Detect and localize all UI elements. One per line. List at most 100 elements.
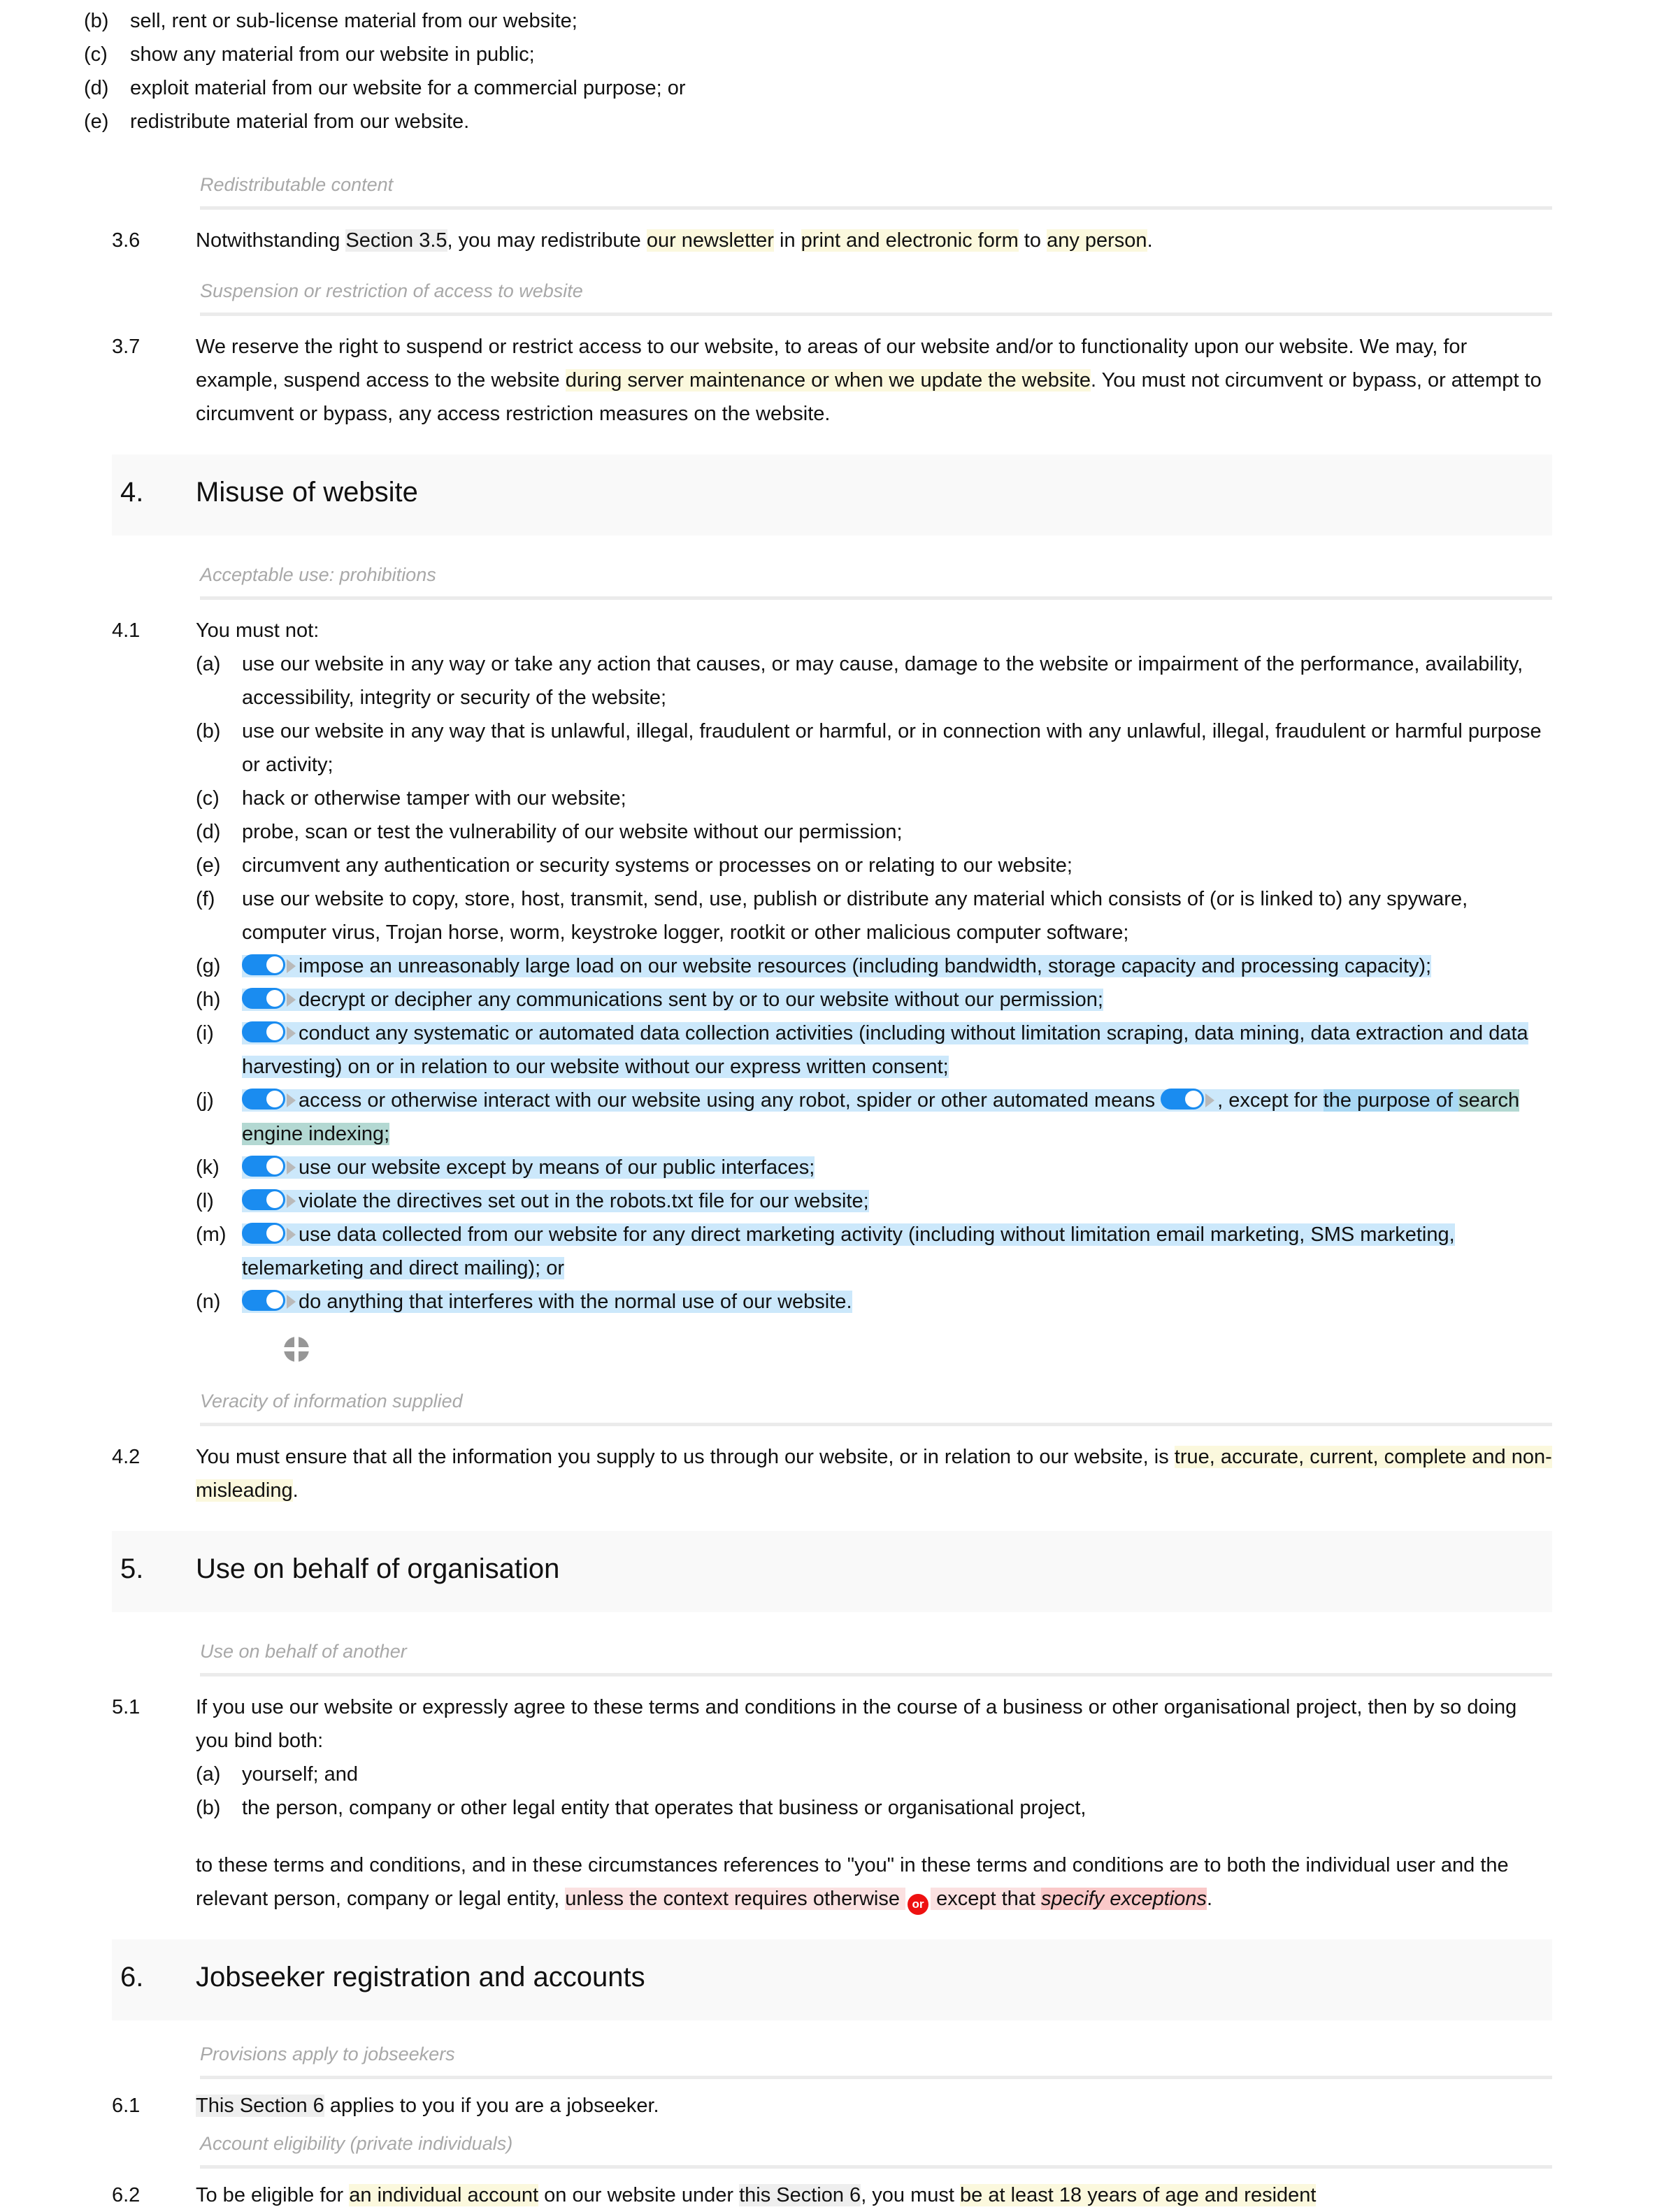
list-item-text: circumvent any authentication or securit… <box>242 854 1073 877</box>
list-item: (b) use our website in any way that is u… <box>196 714 1552 782</box>
list-item-text: impose an unreasonably large load on our… <box>242 949 1552 983</box>
clause-body: You must not: (a) use our website in any… <box>196 614 1552 1372</box>
editable-variable[interactable]: our newsletter <box>646 229 774 252</box>
crosshair-circle-icon[interactable] <box>281 1334 312 1365</box>
list-item-label: (c) <box>84 43 108 66</box>
clause-text: You must ensure that all the information… <box>196 1440 1552 1507</box>
clause-body: If you use our website or expressly agre… <box>196 1690 1552 1916</box>
toggle-on-icon[interactable] <box>242 954 285 975</box>
toggle-arrow-icon <box>1205 1093 1215 1107</box>
clause-4-1: 4.1 You must not: (a) use our website in… <box>0 614 1664 1372</box>
editable-variable[interactable]: specify exceptions <box>1041 1888 1207 1910</box>
guidance-label: Redistributable content <box>200 174 394 195</box>
list-item-label-text: do anything that interferes with the nor… <box>299 1291 852 1313</box>
clause-tail-text: to these terms and conditions, and in th… <box>196 1848 1552 1916</box>
editable-variable[interactable]: during server maintenance or when we upd… <box>565 369 1091 392</box>
optional-variant[interactable]: unless the context requires otherwise <box>565 1888 906 1910</box>
list-item-text: use our website except by means of our p… <box>242 1151 1552 1184</box>
list-item-text: show any material from our website in pu… <box>130 43 535 66</box>
section-number: 5. <box>120 1553 144 1584</box>
list-item: (b) sell, rent or sub-license material f… <box>84 4 1552 38</box>
list-item-text: exploit material from our website for a … <box>130 77 686 99</box>
list-item-label: (b) <box>196 1797 221 1819</box>
list-item: (f) use our website to copy, store, host… <box>196 882 1552 949</box>
toggle-knob <box>266 1225 283 1242</box>
guidance-use-on-behalf: Use on behalf of another <box>0 1636 1664 1676</box>
text-fragment: access or otherwise interact with our we… <box>299 1089 1161 1112</box>
list-item: (b) the person, company or other legal e… <box>196 1791 1552 1825</box>
text-fragment: , except for <box>1217 1089 1324 1112</box>
toggle-on-icon[interactable] <box>242 1223 285 1244</box>
text-fragment: . <box>1206 1888 1213 1910</box>
section-title: Use on behalf of organisation <box>196 1553 560 1584</box>
list-item: (c) hack or otherwise tamper with our we… <box>196 782 1552 815</box>
clause-number: 6.1 <box>112 2095 141 2117</box>
editable-variable[interactable]: be at least 18 years of age and resident <box>960 2184 1317 2206</box>
toggle-on-icon[interactable] <box>242 1156 285 1177</box>
guidance-label: Acceptable use: prohibitions <box>200 564 436 585</box>
list-item-label: (d) <box>84 77 109 99</box>
editable-variable[interactable]: print and electronic form <box>801 229 1019 252</box>
toggle-arrow-icon <box>287 1161 296 1175</box>
toggle-knob <box>266 1191 283 1208</box>
list-item-text: access or otherwise interact with our we… <box>242 1084 1552 1151</box>
editable-variable[interactable]: an individual account <box>349 2184 539 2206</box>
list-item: (k) use our website except by means of o… <box>196 1151 1552 1184</box>
toggle-on-icon[interactable] <box>242 1290 285 1311</box>
list-item-label-text: violate the directives set out in the ro… <box>299 1190 869 1212</box>
clause-5-1: 5.1 If you use our website or expressly … <box>0 1690 1664 1916</box>
text-fragment: , you may redistribute <box>447 229 647 252</box>
guidance-account-eligibility: Account eligibility (private individuals… <box>0 2128 1664 2169</box>
section-title: Misuse of website <box>196 477 418 508</box>
list-item-label: (b) <box>196 720 221 742</box>
list-item: (n) do anything that interferes with the… <box>196 1285 1552 1319</box>
guidance-jobseekers: Provisions apply to jobseekers <box>0 2039 1664 2079</box>
clause-number: 3.6 <box>112 229 141 252</box>
list-item: (j) access or otherwise interact with ou… <box>196 1084 1552 1151</box>
toggle-knob <box>1185 1091 1203 1107</box>
guidance-label: Provisions apply to jobseekers <box>200 2044 455 2064</box>
guidance-label: Account eligibility (private individuals… <box>200 2133 513 2154</box>
optional-variant[interactable]: except that <box>931 1888 1042 1910</box>
list-item: (g) impose an unreasonably large load on… <box>196 949 1552 983</box>
cross-reference[interactable]: this Section 6 <box>739 2184 861 2206</box>
section-number: 6. <box>120 1962 144 1992</box>
list-item-label: (e) <box>84 110 109 133</box>
list-item-label: (j) <box>196 1089 214 1112</box>
clause-number: 4.1 <box>112 619 141 642</box>
guidance-label: Suspension or restriction of access to w… <box>200 280 583 301</box>
cross-reference[interactable]: Section 3.5 <box>345 229 447 252</box>
toggle-on-icon[interactable] <box>242 1021 285 1042</box>
toggle-arrow-icon <box>287 1093 296 1107</box>
text-fragment: the purpose of <box>1323 1089 1459 1112</box>
list-item-text: the person, company or other legal entit… <box>242 1797 1086 1819</box>
list-item: (a) yourself; and <box>196 1758 1552 1791</box>
text-fragment: on our website under <box>538 2184 740 2206</box>
toggle-knob <box>266 1091 283 1107</box>
toggle-on-icon[interactable] <box>242 988 285 1009</box>
list-item: (h) decrypt or decipher any communicatio… <box>196 983 1552 1017</box>
cross-reference[interactable]: This Section 6 <box>196 2095 324 2117</box>
list-item-text: sell, rent or sub-license material from … <box>130 10 578 32</box>
toggle-on-icon[interactable] <box>242 1089 285 1109</box>
toggle-arrow-icon <box>287 959 296 973</box>
list-item-label: (k) <box>196 1156 220 1179</box>
clause-lead-in: If you use our website or expressly agre… <box>196 1696 1517 1752</box>
list-item-label: (f) <box>196 888 215 910</box>
list-item-label: (m) <box>196 1223 227 1246</box>
editable-variable[interactable]: any person <box>1047 229 1147 252</box>
list-item-label: (a) <box>196 653 221 675</box>
clause-number: 4.2 <box>112 1446 141 1468</box>
list-item-label-text: use our website except by means of our p… <box>299 1156 815 1179</box>
toggle-arrow-icon <box>287 993 296 1007</box>
clause-6-2: 6.2 To be eligible for an individual acc… <box>0 2178 1664 2212</box>
toggle-arrow-icon <box>287 1194 296 1208</box>
text-fragment: to <box>1018 229 1047 252</box>
toggle-on-icon[interactable] <box>1161 1089 1205 1109</box>
list-item-label: (c) <box>196 787 220 810</box>
toggle-on-icon[interactable] <box>242 1189 285 1210</box>
or-conjunction-badge[interactable]: or <box>908 1894 929 1915</box>
clause-6-1: 6.1 This Section 6 applies to you if you… <box>0 2089 1664 2123</box>
clause-text: Notwithstanding Section 3.5, you may red… <box>196 224 1552 257</box>
list-item: (a) use our website in any way or take a… <box>196 647 1552 714</box>
